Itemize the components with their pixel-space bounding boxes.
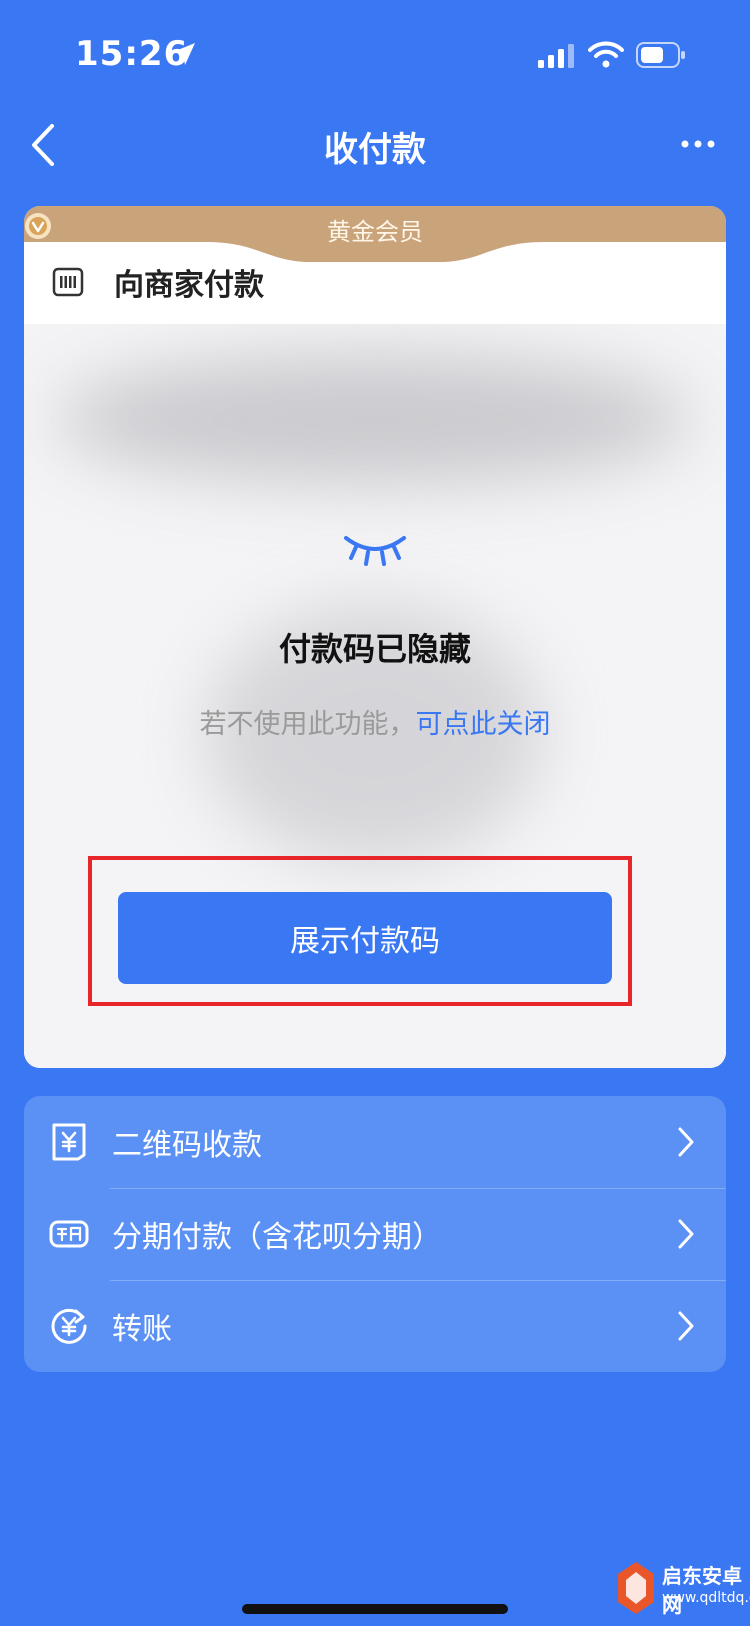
cell-signal-icon (538, 44, 574, 68)
gold-member-badge-icon (25, 213, 51, 239)
option-installment[interactable]: 分期付款（含花呗分期） (24, 1188, 726, 1280)
disable-feature-link[interactable]: 可点此关闭 (416, 709, 551, 740)
option-label: 转账 (112, 1312, 172, 1347)
installment-icon (49, 1220, 89, 1248)
wifi-icon (588, 41, 624, 68)
eye-closed-icon (344, 536, 406, 566)
chevron-right-icon (678, 1127, 694, 1157)
blurred-barcode (54, 354, 694, 484)
option-transfer[interactable]: 转账 (24, 1280, 726, 1372)
merchant-pay-title: 向商家付款 (114, 268, 264, 303)
option-label: 二维码收款 (112, 1128, 262, 1163)
payment-options-list: 二维码收款 分期付款（含花呗分期） 转账 (24, 1096, 726, 1372)
nav-bar: 收付款 (0, 110, 750, 180)
home-indicator (242, 1604, 508, 1614)
code-hidden-title: 付款码已隐藏 (278, 630, 471, 668)
qr-yuan-icon (52, 1123, 86, 1161)
watermark: 启东安卓网 www.qdltdq.com (610, 1550, 750, 1626)
show-payment-code-button[interactable]: 展示付款码 (118, 892, 612, 984)
location-arrow-icon (173, 43, 195, 65)
watermark-logo-icon (618, 1562, 654, 1614)
option-qr-receive[interactable]: 二维码收款 (24, 1096, 726, 1188)
transfer-icon (51, 1308, 87, 1344)
watermark-url: www.qdltdq.com (662, 1590, 750, 1606)
disable-hint-text: 若不使用此功能， (199, 709, 416, 740)
more-dots-icon[interactable] (680, 134, 716, 154)
payment-card: 黄金会员 向商家付款 付款码已隐藏 若不使用此功能，可点此关闭 展示付款码 (24, 206, 726, 1068)
disable-hint: 若不使用此功能，可点此关闭 (24, 702, 726, 741)
option-label: 分期付款（含花呗分期） (112, 1220, 442, 1255)
chevron-right-icon (678, 1219, 694, 1249)
chevron-right-icon (678, 1311, 694, 1341)
merchant-pay-header: 向商家付款 (24, 242, 726, 322)
battery-icon (636, 42, 685, 68)
hidden-code-area: 付款码已隐藏 若不使用此功能，可点此关闭 展示付款码 (24, 324, 726, 1068)
status-bar: 15:26 (0, 0, 750, 110)
watermark-name: 启东安卓网 (662, 1564, 742, 1617)
barcode-icon (52, 267, 84, 297)
page-title: 收付款 (324, 130, 426, 170)
